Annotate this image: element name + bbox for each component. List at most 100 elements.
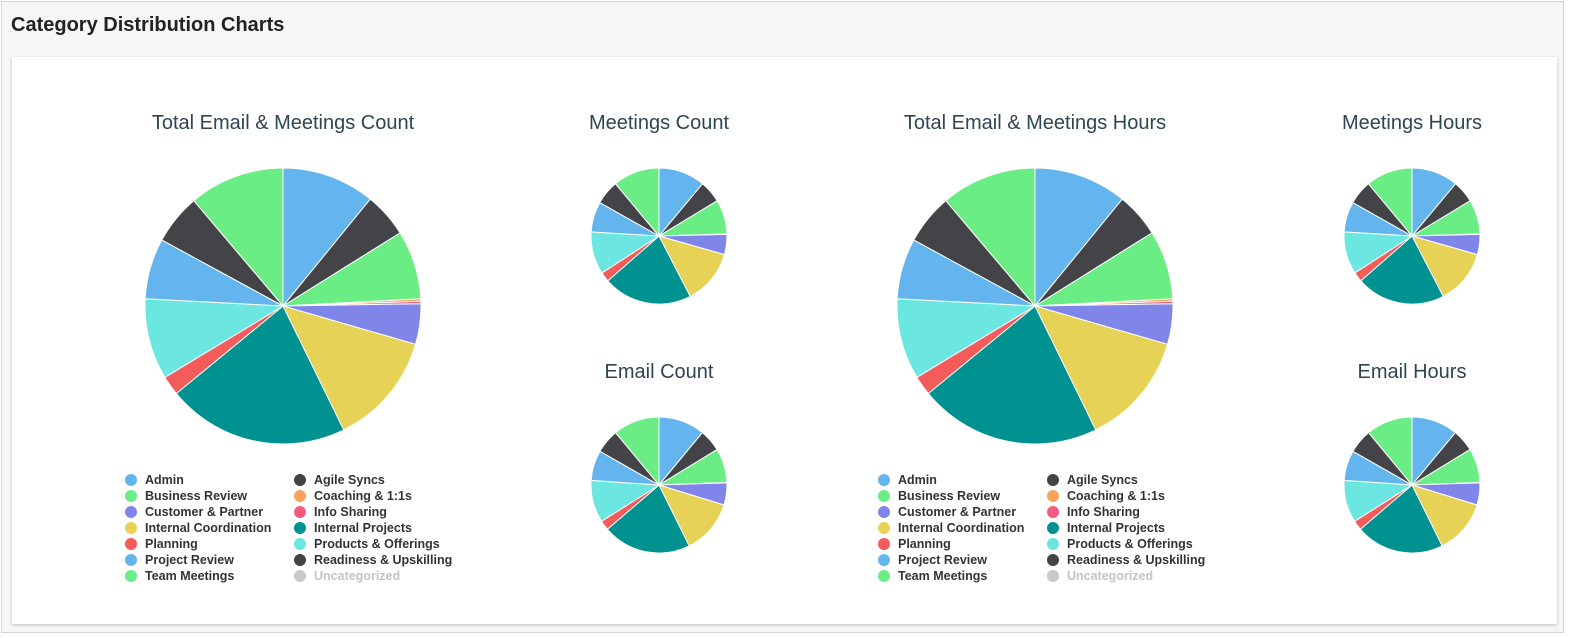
chart-title-email-count: Email Count bbox=[604, 361, 714, 383]
legend-label: Customer & Partner bbox=[898, 505, 1017, 519]
legend-item-internal-coordination[interactable]: Internal Coordination bbox=[125, 520, 294, 536]
legend-label: Internal Projects bbox=[1067, 521, 1165, 535]
legend-label: Admin bbox=[145, 473, 184, 487]
legend-dot-icon bbox=[878, 474, 890, 486]
legend-dot-icon bbox=[878, 554, 890, 566]
legend-label: Project Review bbox=[898, 553, 987, 567]
chart-title-total-count: Total Email & Meetings Count bbox=[151, 112, 415, 134]
legend-label: Uncategorized bbox=[314, 569, 401, 583]
legend-item-info-sharing[interactable]: Info Sharing bbox=[294, 504, 463, 520]
legend-item-products-offerings[interactable]: Products & Offerings bbox=[294, 536, 463, 552]
legend-label: Planning bbox=[145, 537, 198, 551]
legend-dot-icon bbox=[878, 538, 890, 550]
legend-item-team-meetings[interactable]: Team Meetings bbox=[878, 568, 1047, 584]
page-title: Category Distribution Charts bbox=[11, 14, 285, 36]
legend-dot-icon bbox=[294, 570, 306, 582]
charts-card: Total Email & Meetings Count Admin Agile … bbox=[12, 57, 1557, 624]
legend-dot-icon bbox=[1047, 490, 1059, 502]
legend-item-internal-projects[interactable]: Internal Projects bbox=[1047, 520, 1216, 536]
legend-label: Readiness & Upskilling bbox=[314, 553, 453, 567]
legend-total-hours: Admin Agile Syncs Business Review Coaching … bbox=[878, 472, 1216, 584]
legend-label: Customer & Partner bbox=[145, 505, 264, 519]
legend-dot-icon bbox=[125, 538, 137, 550]
legend-label: Project Review bbox=[145, 553, 234, 567]
legend-item-admin[interactable]: Admin bbox=[125, 472, 294, 488]
legend-dot-icon bbox=[1047, 474, 1059, 486]
legend-dot-icon bbox=[125, 490, 137, 502]
legend-label: Agile Syncs bbox=[1067, 473, 1138, 487]
legend-label: Team Meetings bbox=[898, 569, 988, 583]
legend-item-products-offerings[interactable]: Products & Offerings bbox=[1047, 536, 1216, 552]
legend-dot-icon bbox=[125, 554, 137, 566]
legend-item-uncategorized[interactable]: Uncategorized bbox=[1047, 568, 1216, 584]
legend-label: Uncategorized bbox=[1067, 569, 1154, 583]
legend-label: Admin bbox=[898, 473, 937, 487]
legend-item-team-meetings[interactable]: Team Meetings bbox=[125, 568, 294, 584]
legend-label: Info Sharing bbox=[314, 505, 387, 519]
legend-dot-icon bbox=[294, 506, 306, 518]
legend-item-readiness-upskilling[interactable]: Readiness & Upskilling bbox=[1047, 552, 1216, 568]
legend-label: Internal Projects bbox=[314, 521, 412, 535]
legend-label: Agile Syncs bbox=[314, 473, 385, 487]
legend-total-count: Admin Agile Syncs Business Review Coaching … bbox=[125, 472, 463, 584]
legend-item-uncategorized[interactable]: Uncategorized bbox=[294, 568, 463, 584]
legend-dot-icon bbox=[125, 506, 137, 518]
legend-dot-icon bbox=[1047, 522, 1059, 534]
legend-label: Info Sharing bbox=[1067, 505, 1140, 519]
legend-label: Business Review bbox=[898, 489, 1001, 503]
chart-title-meetings-count: Meetings Count bbox=[588, 112, 730, 134]
chart-title-email-hours: Email Hours bbox=[1357, 361, 1467, 383]
legend-dot-icon bbox=[878, 506, 890, 518]
legend-item-admin[interactable]: Admin bbox=[878, 472, 1047, 488]
legend-item-agile-syncs[interactable]: Agile Syncs bbox=[1047, 472, 1216, 488]
legend-label: Readiness & Upskilling bbox=[1067, 553, 1206, 567]
legend-item-business-review[interactable]: Business Review bbox=[878, 488, 1047, 504]
legend-dot-icon bbox=[294, 554, 306, 566]
legend-item-customer-partner[interactable]: Customer & Partner bbox=[878, 504, 1047, 520]
legend-dot-icon bbox=[294, 522, 306, 534]
legend-item-internal-coordination[interactable]: Internal Coordination bbox=[878, 520, 1047, 536]
legend-dot-icon bbox=[1047, 554, 1059, 566]
legend-item-agile-syncs[interactable]: Agile Syncs bbox=[294, 472, 463, 488]
legend-item-planning[interactable]: Planning bbox=[125, 536, 294, 552]
legend-dot-icon bbox=[1047, 538, 1059, 550]
legend-label: Business Review bbox=[145, 489, 248, 503]
legend-label: Products & Offerings bbox=[314, 537, 440, 551]
legend-dot-icon bbox=[125, 522, 137, 534]
legend-item-coaching-1-1s[interactable]: Coaching & 1:1s bbox=[1047, 488, 1216, 504]
pie-meetings-count bbox=[590, 167, 728, 305]
legend-dot-icon bbox=[294, 474, 306, 486]
legend-dot-icon bbox=[294, 490, 306, 502]
pie-total-hours bbox=[896, 167, 1174, 445]
pie-total-count bbox=[144, 167, 422, 445]
legend-item-project-review[interactable]: Project Review bbox=[878, 552, 1047, 568]
legend-label: Team Meetings bbox=[145, 569, 235, 583]
legend-dot-icon bbox=[1047, 506, 1059, 518]
legend-item-internal-projects[interactable]: Internal Projects bbox=[294, 520, 463, 536]
legend-label: Internal Coordination bbox=[145, 521, 272, 535]
chart-title-total-hours: Total Email & Meetings Hours bbox=[903, 112, 1167, 134]
chart-title-meetings-hours: Meetings Hours bbox=[1341, 112, 1483, 134]
legend-dot-icon bbox=[878, 490, 890, 502]
legend-item-project-review[interactable]: Project Review bbox=[125, 552, 294, 568]
legend-dot-icon bbox=[294, 538, 306, 550]
legend-item-coaching-1-1s[interactable]: Coaching & 1:1s bbox=[294, 488, 463, 504]
legend-dot-icon bbox=[878, 522, 890, 534]
legend-dot-icon bbox=[125, 474, 137, 486]
pie-email-hours bbox=[1343, 416, 1481, 554]
legend-dot-icon bbox=[878, 570, 890, 582]
legend-dot-icon bbox=[1047, 570, 1059, 582]
charts-panel: Category Distribution Charts Total Email… bbox=[1, 1, 1564, 633]
legend-item-readiness-upskilling[interactable]: Readiness & Upskilling bbox=[294, 552, 463, 568]
legend-label: Planning bbox=[898, 537, 951, 551]
legend-label: Products & Offerings bbox=[1067, 537, 1193, 551]
legend-item-business-review[interactable]: Business Review bbox=[125, 488, 294, 504]
legend-item-customer-partner[interactable]: Customer & Partner bbox=[125, 504, 294, 520]
legend-dot-icon bbox=[125, 570, 137, 582]
legend-label: Coaching & 1:1s bbox=[1067, 489, 1165, 503]
legend-label: Coaching & 1:1s bbox=[314, 489, 412, 503]
legend-item-planning[interactable]: Planning bbox=[878, 536, 1047, 552]
legend-label: Internal Coordination bbox=[898, 521, 1025, 535]
pie-email-count bbox=[590, 416, 728, 554]
legend-item-info-sharing[interactable]: Info Sharing bbox=[1047, 504, 1216, 520]
